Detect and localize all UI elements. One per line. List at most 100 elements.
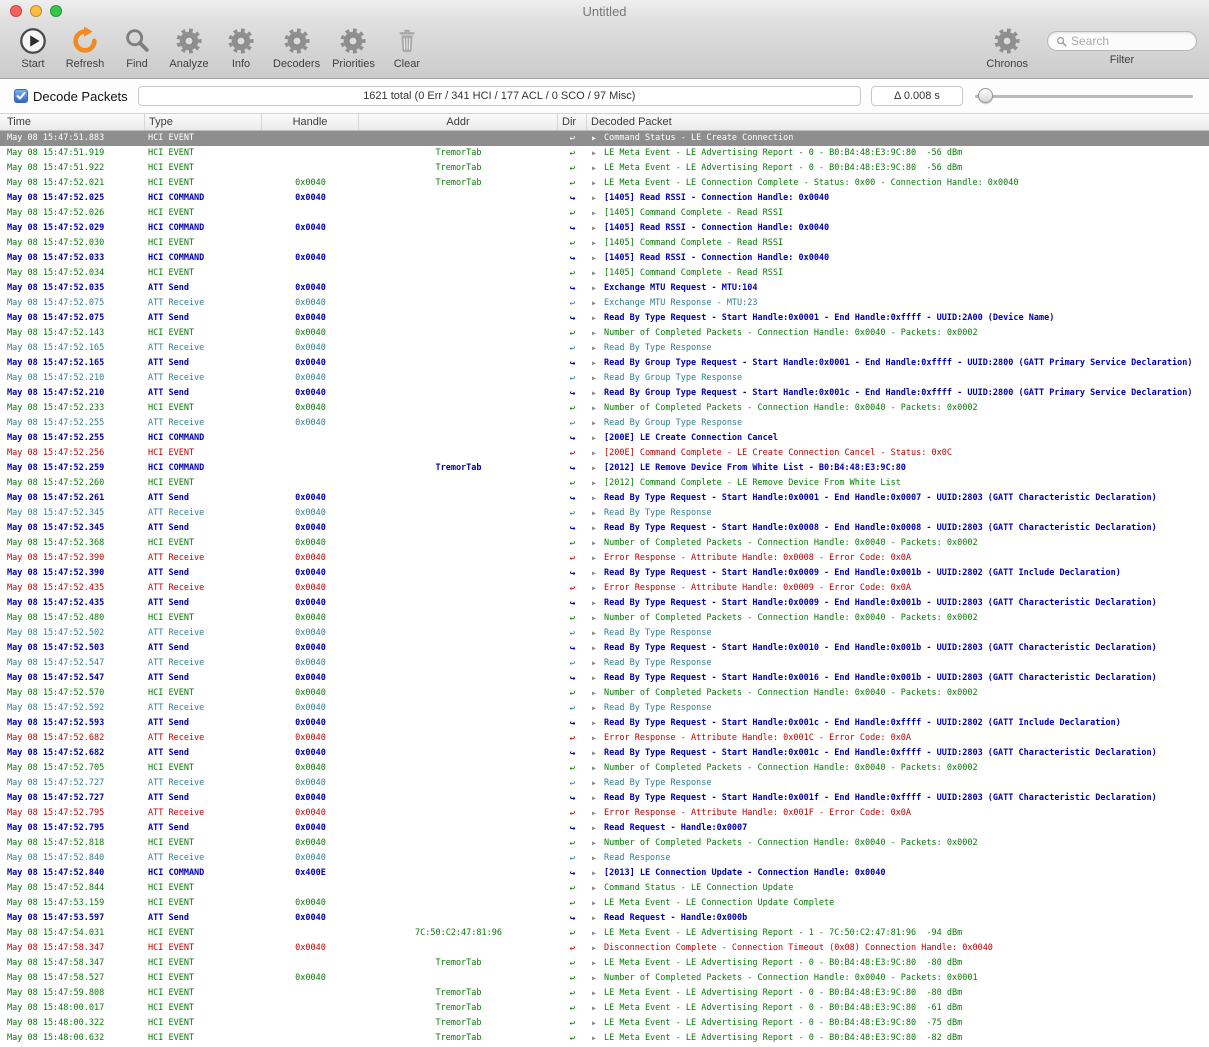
disclosure-triangle-icon[interactable]: ▶	[592, 206, 604, 221]
disclosure-triangle-icon[interactable]: ▶	[592, 176, 604, 191]
decode-packets-checkbox[interactable]	[14, 89, 28, 103]
packet-row[interactable]: May 08 15:47:52.075 ATT Receive 0x0040 ↩ ▶ Ex…	[0, 296, 1209, 311]
packet-row[interactable]: May 08 15:47:52.503 ATT Send 0x0040 ↪ ▶ Read …	[0, 641, 1209, 656]
packet-row[interactable]: May 08 15:47:52.165 ATT Send 0x0040 ↪ ▶ Read …	[0, 356, 1209, 371]
packet-row[interactable]: May 08 15:47:52.818 HCI EVENT 0x0040 ↩ ▶ Numb…	[0, 836, 1209, 851]
toolbar-button-priorities[interactable]: Priorities	[329, 23, 378, 72]
packet-row[interactable]: May 08 15:47:52.259 HCI COMMAND TremorTab ↪…	[0, 461, 1209, 476]
search-field[interactable]	[1047, 31, 1197, 51]
packet-row[interactable]: May 08 15:47:52.368 HCI EVENT 0x0040 ↩ ▶ Numb…	[0, 536, 1209, 551]
packet-row[interactable]: May 08 15:47:52.345 ATT Receive 0x0040 ↩ ▶ Re…	[0, 506, 1209, 521]
disclosure-triangle-icon[interactable]: ▶	[592, 671, 604, 686]
packet-row[interactable]: May 08 15:47:52.029 HCI COMMAND 0x0040 ↪ ▶ [1…	[0, 221, 1209, 236]
zoom-button[interactable]	[50, 5, 62, 17]
packet-row[interactable]: May 08 15:47:52.435 ATT Receive 0x0040 ↩ ▶ Er…	[0, 581, 1209, 596]
packet-row[interactable]: May 08 15:47:53.597 ATT Send 0x0040 ↪ ▶ Read …	[0, 911, 1209, 926]
disclosure-triangle-icon[interactable]: ▶	[592, 371, 604, 386]
packet-row[interactable]: May 08 15:47:52.143 HCI EVENT 0x0040 ↩ ▶ Numb…	[0, 326, 1209, 341]
packet-row[interactable]: May 08 15:47:51.883 HCI EVENT ↩ ▶ Command St…	[0, 131, 1209, 146]
disclosure-triangle-icon[interactable]: ▶	[592, 446, 604, 461]
packet-row[interactable]: May 08 15:47:52.255 HCI COMMAND ↪ ▶ [200E] L…	[0, 431, 1209, 446]
packet-row[interactable]: May 08 15:47:52.256 HCI EVENT ↩ ▶ [200E] Com…	[0, 446, 1209, 461]
packet-row[interactable]: May 08 15:47:52.021 HCI EVENT 0x0040 Tremor…	[0, 176, 1209, 191]
toolbar-button-clear[interactable]: Clear	[384, 23, 430, 72]
disclosure-triangle-icon[interactable]: ▶	[592, 386, 604, 401]
packet-row[interactable]: May 08 15:47:52.390 ATT Receive 0x0040 ↩ ▶ Er…	[0, 551, 1209, 566]
disclosure-triangle-icon[interactable]: ▶	[592, 776, 604, 791]
disclosure-triangle-icon[interactable]: ▶	[592, 311, 604, 326]
packet-row[interactable]: May 08 15:47:52.165 ATT Receive 0x0040 ↩ ▶ Re…	[0, 341, 1209, 356]
packet-row[interactable]: May 08 15:47:52.033 HCI COMMAND 0x0040 ↪ ▶ [1…	[0, 251, 1209, 266]
disclosure-triangle-icon[interactable]: ▶	[592, 821, 604, 836]
packet-row[interactable]: May 08 15:47:52.390 ATT Send 0x0040 ↪ ▶ Read …	[0, 566, 1209, 581]
packet-row[interactable]: May 08 15:47:52.233 HCI EVENT 0x0040 ↩ ▶ Numb…	[0, 401, 1209, 416]
packet-row[interactable]: May 08 15:47:52.075 ATT Send 0x0040 ↪ ▶ Read …	[0, 311, 1209, 326]
toolbar-button-refresh[interactable]: Refresh	[62, 23, 108, 72]
disclosure-triangle-icon[interactable]: ▶	[592, 956, 604, 971]
delta-time-display[interactable]: Δ 0.008 s	[871, 86, 963, 106]
packet-row[interactable]: May 08 15:47:52.035 ATT Send 0x0040 ↪ ▶ Excha…	[0, 281, 1209, 296]
disclosure-triangle-icon[interactable]: ▶	[592, 146, 604, 161]
packet-row[interactable]: May 08 15:47:52.570 HCI EVENT 0x0040 ↩ ▶ Numb…	[0, 686, 1209, 701]
disclosure-triangle-icon[interactable]: ▶	[592, 686, 604, 701]
packet-row[interactable]: May 08 15:47:58.347 HCI EVENT TremorTab ↩ ▶ L…	[0, 956, 1209, 971]
column-header-time[interactable]: Time	[0, 114, 145, 130]
packet-row[interactable]: May 08 15:47:52.547 ATT Receive 0x0040 ↩ ▶ Re…	[0, 656, 1209, 671]
packet-row[interactable]: May 08 15:47:52.840 HCI COMMAND 0x400E ↪ ▶ [2…	[0, 866, 1209, 881]
column-header-addr[interactable]: Addr	[359, 114, 558, 130]
toolbar-button-analyze[interactable]: Analyze	[166, 23, 212, 72]
toolbar-button-info[interactable]: Info	[218, 23, 264, 72]
disclosure-triangle-icon[interactable]: ▶	[592, 746, 604, 761]
packet-row[interactable]: May 08 15:47:52.210 ATT Send 0x0040 ↪ ▶ Read …	[0, 386, 1209, 401]
packet-row[interactable]: May 08 15:47:52.034 HCI EVENT ↩ ▶ [1405] Com…	[0, 266, 1209, 281]
disclosure-triangle-icon[interactable]: ▶	[592, 1001, 604, 1016]
packet-row[interactable]: May 08 15:47:52.795 ATT Send 0x0040 ↪ ▶ Read …	[0, 821, 1209, 836]
packet-row[interactable]: May 08 15:47:52.480 HCI EVENT 0x0040 ↩ ▶ Numb…	[0, 611, 1209, 626]
packet-row[interactable]: May 08 15:47:54.031 HCI EVENT 7C:50:C2:47:…	[0, 926, 1209, 941]
disclosure-triangle-icon[interactable]: ▶	[592, 356, 604, 371]
packet-row[interactable]: May 08 15:47:58.347 HCI EVENT 0x0040 ↩ ▶ Disc…	[0, 941, 1209, 956]
toolbar-button-start[interactable]: Start	[10, 23, 56, 72]
packet-row[interactable]: May 08 15:47:52.210 ATT Receive 0x0040 ↩ ▶ Re…	[0, 371, 1209, 386]
packet-row[interactable]: May 08 15:47:52.593 ATT Send 0x0040 ↪ ▶ Read …	[0, 716, 1209, 731]
disclosure-triangle-icon[interactable]: ▶	[592, 761, 604, 776]
packet-row[interactable]: May 08 15:47:52.795 ATT Receive 0x0040 ↩ ▶ Er…	[0, 806, 1209, 821]
packet-row[interactable]: May 08 15:47:58.527 HCI EVENT 0x0040 ↩ ▶ Numb…	[0, 971, 1209, 986]
packet-row[interactable]: May 08 15:47:52.255 ATT Receive 0x0040 ↩ ▶ Re…	[0, 416, 1209, 431]
packet-row[interactable]: May 08 15:47:52.727 ATT Receive 0x0040 ↩ ▶ Re…	[0, 776, 1209, 791]
packet-row[interactable]: May 08 15:47:52.705 HCI EVENT 0x0040 ↩ ▶ Numb…	[0, 761, 1209, 776]
disclosure-triangle-icon[interactable]: ▶	[592, 296, 604, 311]
packet-row[interactable]: May 08 15:47:53.159 HCI EVENT 0x0040 ↩ ▶ LE M…	[0, 896, 1209, 911]
disclosure-triangle-icon[interactable]: ▶	[592, 866, 604, 881]
disclosure-triangle-icon[interactable]: ▶	[592, 656, 604, 671]
column-header-decoded[interactable]: Decoded Packet	[587, 114, 1209, 130]
disclosure-triangle-icon[interactable]: ▶	[592, 431, 604, 446]
disclosure-triangle-icon[interactable]: ▶	[592, 506, 604, 521]
disclosure-triangle-icon[interactable]: ▶	[592, 266, 604, 281]
packet-row[interactable]: May 08 15:47:52.682 ATT Receive 0x0040 ↩ ▶ Er…	[0, 731, 1209, 746]
disclosure-triangle-icon[interactable]: ▶	[592, 701, 604, 716]
packet-row[interactable]: May 08 15:47:52.682 ATT Send 0x0040 ↪ ▶ Read …	[0, 746, 1209, 761]
history-slider[interactable]	[973, 86, 1195, 106]
disclosure-triangle-icon[interactable]: ▶	[592, 131, 604, 146]
disclosure-triangle-icon[interactable]: ▶	[592, 461, 604, 476]
packet-row[interactable]: May 08 15:47:52.840 ATT Receive 0x0040 ↩ ▶ Re…	[0, 851, 1209, 866]
disclosure-triangle-icon[interactable]: ▶	[592, 551, 604, 566]
packet-row[interactable]: May 08 15:47:52.727 ATT Send 0x0040 ↪ ▶ Read …	[0, 791, 1209, 806]
packet-row[interactable]: May 08 15:48:00.322 HCI EVENT TremorTab ↩ ▶ L…	[0, 1016, 1209, 1031]
disclosure-triangle-icon[interactable]: ▶	[592, 926, 604, 941]
disclosure-triangle-icon[interactable]: ▶	[592, 476, 604, 491]
packet-row[interactable]: May 08 15:47:52.030 HCI EVENT ↩ ▶ [1405] Com…	[0, 236, 1209, 251]
disclosure-triangle-icon[interactable]: ▶	[592, 581, 604, 596]
toolbar-button-chronos[interactable]: Chronos	[983, 23, 1031, 72]
disclosure-triangle-icon[interactable]: ▶	[592, 611, 604, 626]
disclosure-triangle-icon[interactable]: ▶	[592, 521, 604, 536]
packet-row[interactable]: May 08 15:47:52.435 ATT Send 0x0040 ↪ ▶ Read …	[0, 596, 1209, 611]
packet-row[interactable]: May 08 15:47:51.922 HCI EVENT TremorTab ↩ ▶ L…	[0, 161, 1209, 176]
disclosure-triangle-icon[interactable]: ▶	[592, 791, 604, 806]
toolbar-button-find[interactable]: Find	[114, 23, 160, 72]
column-header-handle[interactable]: Handle	[262, 114, 359, 130]
disclosure-triangle-icon[interactable]: ▶	[592, 536, 604, 551]
disclosure-triangle-icon[interactable]: ▶	[592, 911, 604, 926]
packet-row[interactable]: May 08 15:47:52.844 HCI EVENT ↩ ▶ Command St…	[0, 881, 1209, 896]
